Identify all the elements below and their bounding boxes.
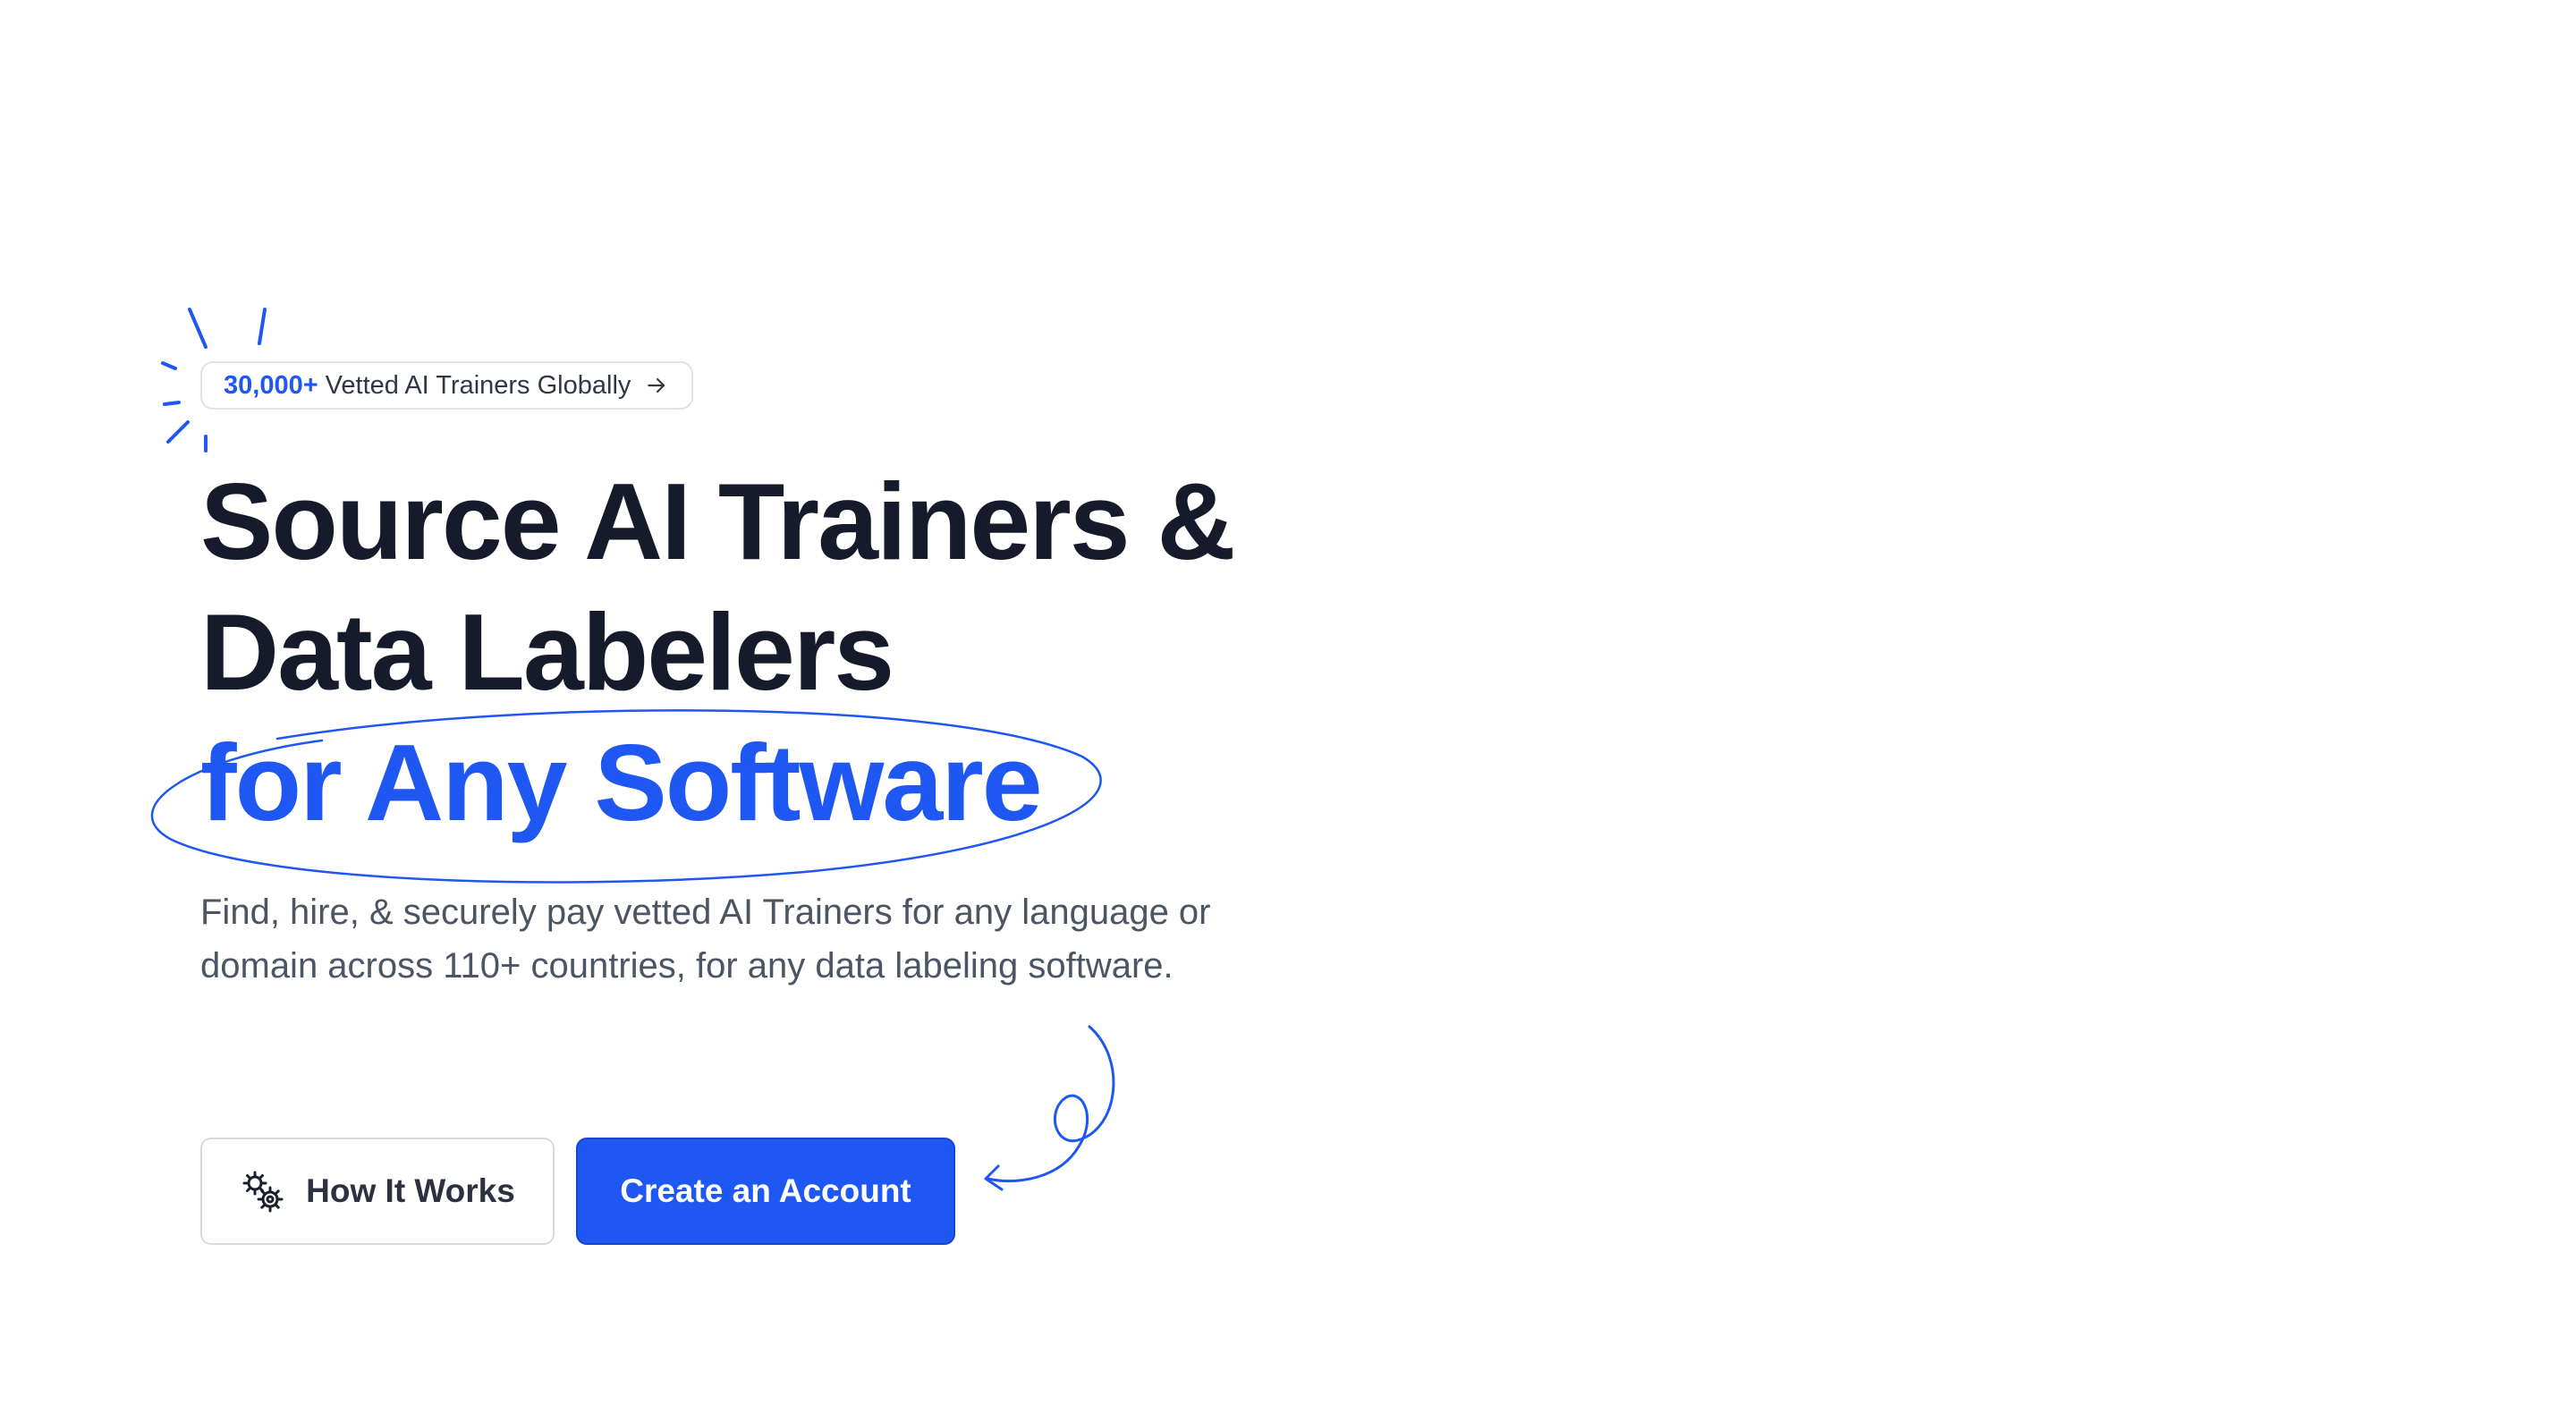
badge-count: 30,000+ — [224, 370, 318, 400]
headline-accent: for Any Software — [200, 722, 1043, 843]
hero-section: 30,000+ Vetted AI Trainers Globally Sour… — [0, 0, 2576, 1413]
how-it-works-button[interactable]: How It Works — [200, 1138, 555, 1245]
headline-line-1: Source AI Trainers & — [200, 461, 1236, 582]
page-title: Source AI Trainers & Data Labelers for A… — [200, 456, 1236, 848]
headline-line-2: Data Labelers — [200, 591, 894, 713]
hero-description: Find, hire, & securely pay vetted AI Tra… — [200, 893, 1211, 986]
badge-text: Vetted AI Trainers Globally — [325, 370, 631, 400]
create-account-label: Create an Account — [620, 1172, 911, 1209]
trainer-count-badge[interactable]: 30,000+ Vetted AI Trainers Globally — [200, 361, 694, 410]
arrow-right-icon — [648, 377, 665, 393]
gears-icon — [242, 1171, 284, 1213]
create-account-button[interactable]: Create an Account — [576, 1138, 955, 1245]
how-it-works-label: How It Works — [306, 1172, 515, 1209]
curly-arrow-decoration — [984, 1025, 1115, 1191]
